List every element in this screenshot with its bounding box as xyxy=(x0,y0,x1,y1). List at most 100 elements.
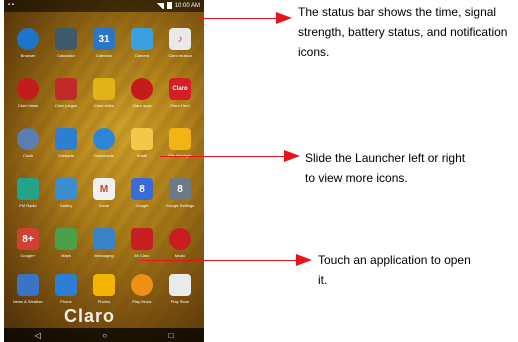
gallery-icon xyxy=(55,178,77,200)
app-claro-m-sica[interactable]: ♪ Claro música xyxy=(162,28,198,72)
app-label: Photos xyxy=(97,299,111,304)
news-icon xyxy=(17,274,39,296)
app-claro-apps[interactable]: Claro apps xyxy=(124,78,160,122)
application-arrowhead xyxy=(296,254,312,266)
app-file-manager[interactable]: File Manager xyxy=(162,128,198,172)
app-maps[interactable]: Maps xyxy=(48,228,84,272)
app-clock[interactable]: Clock xyxy=(10,128,46,172)
app-label: Gallery xyxy=(59,203,73,208)
app-fm-radio[interactable]: FM Radio xyxy=(10,178,46,222)
music-icon: ♪ xyxy=(169,28,191,50)
gmail-icon: M xyxy=(93,178,115,200)
home-button[interactable]: ○ xyxy=(102,331,107,340)
app-label: Clock xyxy=(22,153,33,158)
app-browser[interactable]: Browser xyxy=(10,28,46,72)
headphones-icon xyxy=(131,274,153,296)
photos-icon xyxy=(93,274,115,296)
maps-icon xyxy=(55,228,77,250)
claro-icon: Claro xyxy=(169,78,191,100)
app-gallery[interactable]: Gallery xyxy=(48,178,84,222)
navigation-bar: ◁ ○ □ xyxy=(4,328,204,342)
app-calculator[interactable]: Calculator xyxy=(48,28,84,72)
app-label: Play Music xyxy=(132,299,152,304)
application-callout: Touch an application to open it. xyxy=(318,253,471,287)
messaging-icon xyxy=(93,228,115,250)
back-button[interactable]: ◁ xyxy=(35,331,41,340)
app-label: Claro música xyxy=(168,53,192,58)
app-label: Claro video xyxy=(93,103,115,108)
brand-watermark: Claro xyxy=(64,306,116,326)
app-email[interactable]: Email xyxy=(124,128,160,172)
application-arrow xyxy=(140,260,298,261)
app-label: News & Weather xyxy=(13,299,43,304)
launcher-callout: Slide the Launcher left or right to view… xyxy=(305,151,466,185)
app-camera[interactable]: Camera xyxy=(124,28,160,72)
battery-icon xyxy=(166,2,172,9)
app-label: Camera xyxy=(134,53,150,58)
phone-screenshot: ▪ ▪ 10:00 AM Browser Calculator 31 Calendar… xyxy=(4,0,204,342)
app-label: Google+ xyxy=(20,253,36,258)
app-label: FM Radio xyxy=(19,203,37,208)
signal-icon xyxy=(155,2,164,9)
trophy-icon xyxy=(93,78,115,100)
app-google-[interactable]: 8+ Google+ xyxy=(10,228,46,272)
calculator-icon xyxy=(55,28,77,50)
status-bar-arrow xyxy=(200,18,276,19)
app-label: Downloads xyxy=(94,153,114,158)
android-icon xyxy=(131,228,153,250)
settings-icon: 8 xyxy=(169,178,191,200)
app-label: Google xyxy=(135,203,149,208)
app-label: Contacts xyxy=(58,153,74,158)
app-news-weather[interactable]: News & Weather xyxy=(10,274,46,318)
app-google-settings[interactable]: 8 Google Settings xyxy=(162,178,198,222)
app-claro-video[interactable]: Claro video xyxy=(86,78,122,122)
playstore-icon xyxy=(169,274,191,296)
folder-icon xyxy=(169,128,191,150)
download-icon xyxy=(93,128,115,150)
app-label: Email xyxy=(136,153,147,158)
app-label: Calendar xyxy=(95,53,113,58)
clock-icon xyxy=(17,128,39,150)
app-play-store[interactable]: Play Store xyxy=(162,274,198,318)
app-label: Claro ideas xyxy=(17,103,39,108)
calendar-icon: 31 xyxy=(93,28,115,50)
radio-icon xyxy=(17,178,39,200)
app-label: Claro juegos xyxy=(54,103,78,108)
app-calendar[interactable]: 31 Calendar xyxy=(86,28,122,72)
contacts-icon xyxy=(55,128,77,150)
google-icon: 8 xyxy=(131,178,153,200)
camera-icon xyxy=(131,28,153,50)
app-label: Music xyxy=(174,253,186,258)
app-music[interactable]: Music xyxy=(162,228,198,272)
app-claro-ideas[interactable]: Claro ideas xyxy=(10,78,46,122)
app-gmail[interactable]: M Gmail xyxy=(86,178,122,222)
app-label: Google Settings xyxy=(165,203,195,208)
status-time: 10:00 AM xyxy=(174,2,200,9)
app-downloads[interactable]: Downloads xyxy=(86,128,122,172)
eye-icon xyxy=(131,78,153,100)
app-messaging[interactable]: Messaging xyxy=(86,228,122,272)
launcher-arrowhead xyxy=(284,150,300,162)
app-label: Mi Claro xyxy=(134,253,150,258)
email-icon xyxy=(131,128,153,150)
recents-button[interactable]: □ xyxy=(168,331,173,340)
phone-icon xyxy=(55,274,77,296)
app-google[interactable]: 8 Google xyxy=(124,178,160,222)
app-claro-hero[interactable]: Claro Claro Hero xyxy=(162,78,198,122)
notification-icon: ▪ ▪ xyxy=(8,2,14,8)
launcher-grid[interactable]: Browser Calculator 31 Calendar Camera ♪ Claro … xyxy=(10,28,198,272)
launcher-arrow xyxy=(160,156,284,157)
gamepad-icon xyxy=(55,78,77,100)
lightbulb-icon xyxy=(17,78,39,100)
app-claro-juegos[interactable]: Claro juegos xyxy=(48,78,84,122)
app-label: Gmail xyxy=(98,203,110,208)
app-label: Play Store xyxy=(170,299,190,304)
app-mi-claro[interactable]: Mi Claro xyxy=(124,228,160,272)
app-contacts[interactable]: Contacts xyxy=(48,128,84,172)
app-label: Phone xyxy=(60,299,72,304)
app-play-music[interactable]: Play Music xyxy=(124,274,160,318)
globe-icon xyxy=(17,28,39,50)
status-bar-arrowhead xyxy=(276,12,292,24)
record-icon xyxy=(169,228,191,250)
app-label: Maps xyxy=(61,253,71,258)
